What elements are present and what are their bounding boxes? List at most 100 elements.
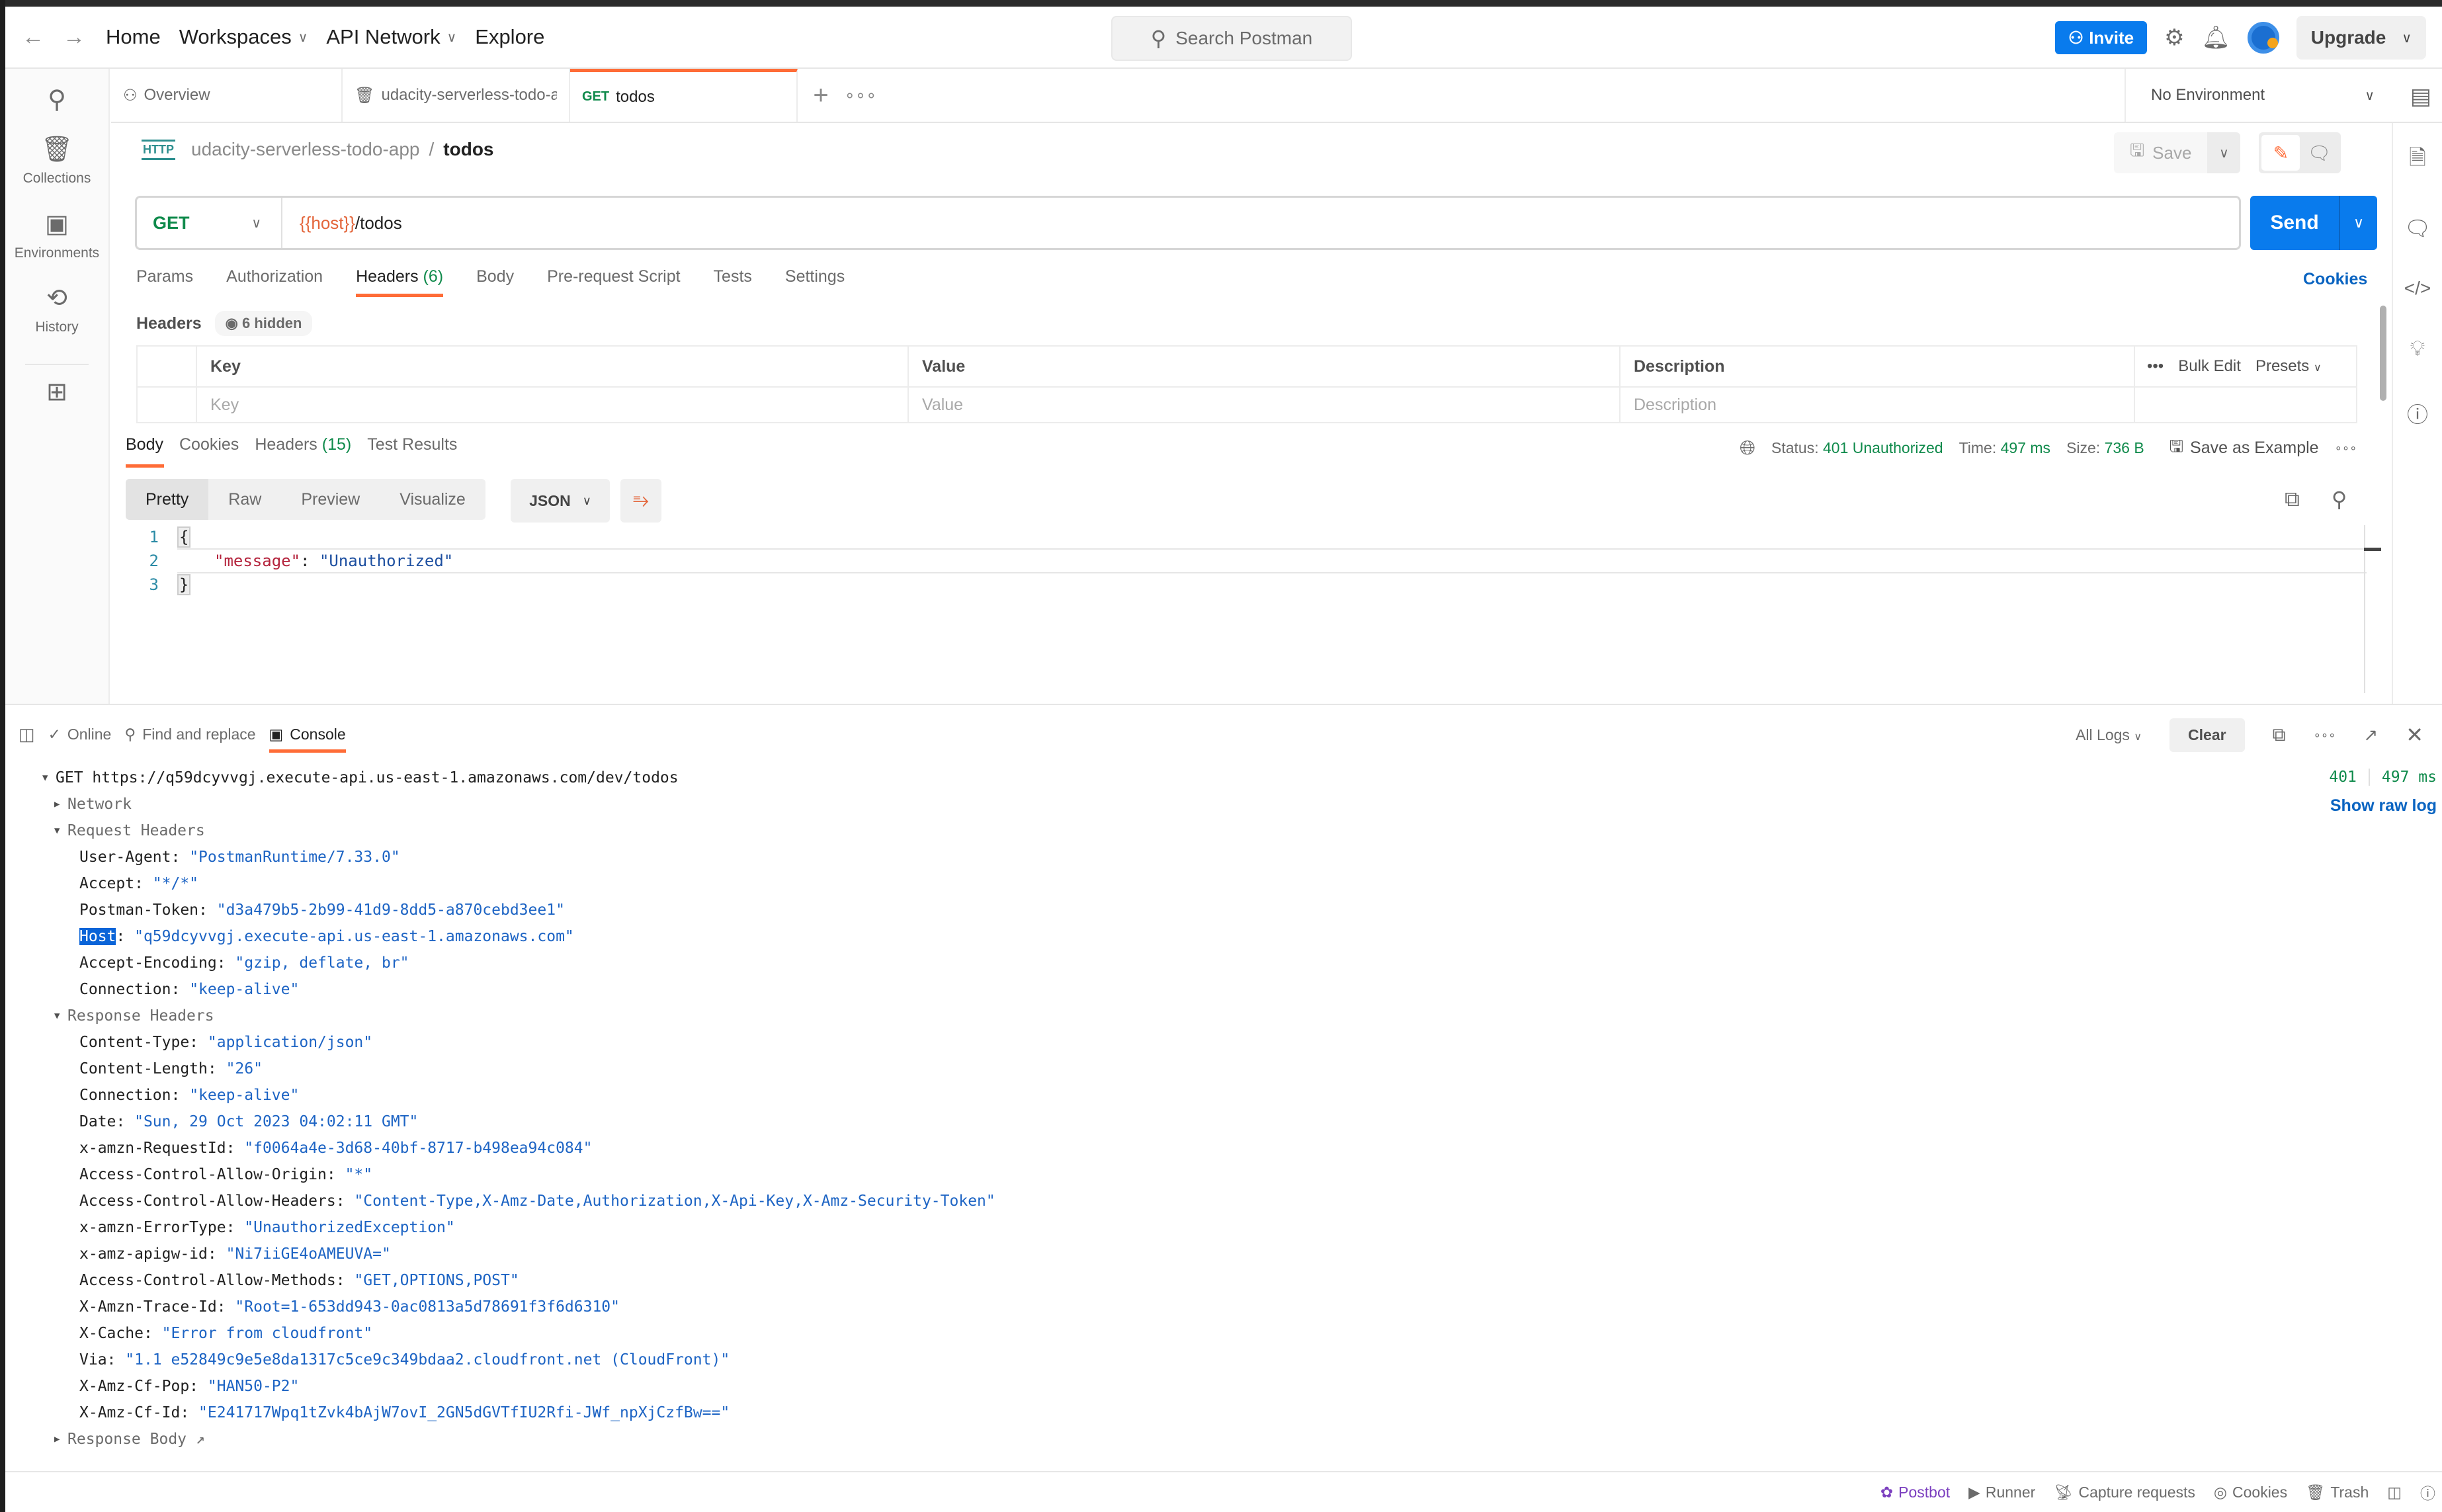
documentation-icon[interactable]: 🗎 (2409, 143, 2426, 179)
cookies-link[interactable]: Cookies (2303, 270, 2367, 289)
clear-button[interactable]: Clear (2169, 718, 2245, 752)
footer-runner[interactable]: ▶ Runner (1968, 1484, 2035, 1501)
log-header-row[interactable]: x-amzn-ErrorType: "UnauthorizedException… (42, 1214, 2442, 1241)
help-icon[interactable]: ⓘ (2420, 1481, 2435, 1503)
footer-postbot[interactable]: ✿ Postbot (1880, 1484, 1950, 1501)
tab-get-todos[interactable]: GET todos (570, 69, 798, 122)
log-header-row[interactable]: X-Cache: "Error from cloudfront" (42, 1320, 2442, 1347)
send-dropdown-button[interactable]: ∨ (2339, 196, 2377, 250)
row-checkbox[interactable] (138, 388, 197, 422)
tab-authorization[interactable]: Authorization (226, 267, 323, 297)
view-raw[interactable]: Raw (208, 479, 281, 520)
view-pretty[interactable]: Pretty (126, 479, 209, 520)
log-header-row[interactable]: Accept-Encoding: "gzip, deflate, br" (42, 950, 2442, 976)
more-options-icon[interactable]: ••• (2147, 357, 2164, 376)
info-icon[interactable]: ⓘ (2407, 398, 2428, 429)
send-button[interactable]: Send (2250, 196, 2339, 250)
log-network-section[interactable]: ▶ Network (42, 791, 2442, 818)
more-options-icon[interactable]: ∘∘∘ (2314, 728, 2336, 742)
value-input[interactable]: Value (909, 388, 1621, 422)
settings-gear-icon[interactable]: ⚙ (2164, 24, 2184, 51)
toggle-sidebar-icon[interactable]: ◫ (19, 724, 35, 745)
log-header-row[interactable]: x-amzn-RequestId: "f0064a4e-3d68-40bf-87… (42, 1135, 2442, 1161)
view-visualize[interactable]: Visualize (380, 479, 485, 520)
size-info[interactable]: Size: 736 B (2066, 439, 2144, 457)
tab-response-headers[interactable]: Headers (15) (255, 435, 351, 468)
edit-pencil-icon[interactable]: ✎ (2261, 135, 2300, 171)
sidebar-item-add-apps[interactable]: ⊞ (5, 377, 108, 407)
log-header-row[interactable]: Access-Control-Allow-Headers: "Content-T… (42, 1188, 2442, 1214)
forward-arrow-icon[interactable]: → (61, 24, 87, 50)
log-header-row[interactable]: X-Amzn-Trace-Id: "Root=1-653dd943-0ac081… (42, 1294, 2442, 1320)
environment-quick-look-icon[interactable]: ▤ (2410, 83, 2431, 110)
time-info[interactable]: Time: 497 ms (1959, 439, 2050, 457)
description-input[interactable]: Description (1621, 388, 2135, 422)
status-info[interactable]: Status: 401 Unauthorized (1771, 439, 1943, 457)
two-pane-layout-icon[interactable]: ◫ (2387, 1484, 2402, 1501)
footer-cookies[interactable]: ◎ Cookies (2214, 1484, 2287, 1501)
bulk-edit-button[interactable]: Bulk Edit (2178, 357, 2241, 376)
save-button[interactable]: 🖫 Save (2114, 132, 2208, 173)
nav-workspaces[interactable]: Workspaces ∨ (179, 25, 308, 49)
view-preview[interactable]: Preview (281, 479, 380, 520)
show-raw-log-link[interactable]: Show raw log (2329, 796, 2437, 816)
sidebar-item-account[interactable]: ⚲ (5, 85, 108, 114)
format-select[interactable]: JSON ∨ (511, 479, 610, 523)
comments-icon[interactable]: 🗨︎ (2404, 216, 2431, 241)
log-filter-dropdown[interactable]: All Logs ∨ (2076, 726, 2142, 744)
online-status[interactable]: ✓ Online (48, 726, 112, 743)
back-arrow-icon[interactable]: ← (20, 24, 46, 50)
breadcrumb-request-name[interactable]: todos (443, 139, 493, 160)
save-as-example-button[interactable]: 🖫 Save as Example (2169, 434, 2319, 462)
wrap-lines-icon[interactable]: ⥱ (620, 479, 661, 523)
footer-trash[interactable]: 🗑︎ Trash (2306, 1484, 2369, 1501)
request-scrollbar[interactable] (2380, 306, 2386, 401)
search-icon[interactable]: ⚲ (2332, 487, 2347, 512)
tab-collection[interactable]: 🗑︎ udacity-serverless-todo-a (343, 69, 570, 122)
log-header-row[interactable]: Connection: "keep-alive" (42, 976, 2442, 1003)
nav-explore[interactable]: Explore (475, 25, 544, 49)
log-request-line[interactable]: ▼ GET https://q59dcyvvgj.execute-api.us-e… (42, 765, 2442, 791)
environment-selector[interactable]: No Environment ∨ (2125, 69, 2390, 122)
pop-out-icon[interactable]: ↗ (2363, 725, 2378, 745)
save-dropdown-button[interactable]: ∨ (2207, 132, 2241, 173)
log-header-row[interactable]: X-Amz-Cf-Pop: "HAN50-P2" (42, 1373, 2442, 1400)
copy-icon[interactable]: ⧉ (2273, 724, 2286, 746)
tab-headers[interactable]: Headers (6) (356, 267, 444, 297)
upgrade-button[interactable]: Upgrade ∨ (2296, 16, 2426, 60)
console-tab[interactable]: ▣ Console (269, 726, 346, 753)
log-header-row[interactable]: Content-Type: "application/json" (42, 1029, 2442, 1056)
log-header-row[interactable]: Accept: "*/*" (42, 870, 2442, 897)
tab-overview[interactable]: ⚇ Overview (111, 69, 343, 122)
comment-icon[interactable]: 🗨︎ (2300, 135, 2338, 171)
tab-body[interactable]: Body (476, 267, 514, 297)
new-tab-plus-icon[interactable]: + (798, 69, 844, 122)
tab-tests[interactable]: Tests (714, 267, 752, 297)
breadcrumb-collection[interactable]: udacity-serverless-todo-app (191, 139, 420, 160)
footer-capture-requests[interactable]: 📡︎ Capture requests (2054, 1484, 2195, 1501)
log-header-row[interactable]: X-Amz-Cf-Id: "E241717Wpq1tZvk4bAjW7ovI_2… (42, 1400, 2442, 1426)
log-header-row[interactable]: Host: "q59dcyvvgj.execute-api.us-east-1.… (42, 923, 2442, 950)
presets-dropdown[interactable]: Presets ∨ (2255, 357, 2322, 376)
log-header-row[interactable]: Date: "Sun, 29 Oct 2023 04:02:11 GMT" (42, 1109, 2442, 1135)
key-input[interactable]: Key (197, 388, 909, 422)
close-icon[interactable]: ✕ (2406, 722, 2423, 747)
log-header-row[interactable]: User-Agent: "PostmanRuntime/7.33.0" (42, 844, 2442, 870)
log-header-row[interactable]: Via: "1.1 e52849c9e5e8da1317c5ce9c349bda… (42, 1347, 2442, 1373)
tab-more-options-icon[interactable]: ∘∘∘ (844, 69, 877, 122)
find-and-replace[interactable]: ⚲ Find and replace (124, 726, 255, 743)
log-header-row[interactable]: Access-Control-Allow-Methods: "GET,OPTIO… (42, 1267, 2442, 1294)
url-input[interactable]: {{host}}/todos (282, 213, 402, 233)
tab-response-body[interactable]: Body (126, 435, 164, 468)
tab-response-cookies[interactable]: Cookies (179, 435, 239, 468)
response-body-editor[interactable]: 1{ 2 "message": "Unauthorized" 3} (138, 525, 2367, 597)
log-header-row[interactable]: Content-Length: "26" (42, 1056, 2442, 1082)
invite-button[interactable]: ⚇ Invite (2054, 21, 2148, 54)
tab-pre-request-script[interactable]: Pre-request Script (547, 267, 680, 297)
sidebar-item-history[interactable]: ⟲ History (5, 283, 108, 335)
hidden-headers-toggle[interactable]: ◉ 6 hidden (214, 311, 313, 336)
code-snippet-icon[interactable]: </> (2404, 278, 2431, 299)
code-scrollbar[interactable] (2364, 525, 2381, 693)
log-header-row[interactable]: Postman-Token: "d3a479b5-2b99-41d9-8dd5-… (42, 897, 2442, 923)
avatar[interactable] (2247, 22, 2279, 54)
